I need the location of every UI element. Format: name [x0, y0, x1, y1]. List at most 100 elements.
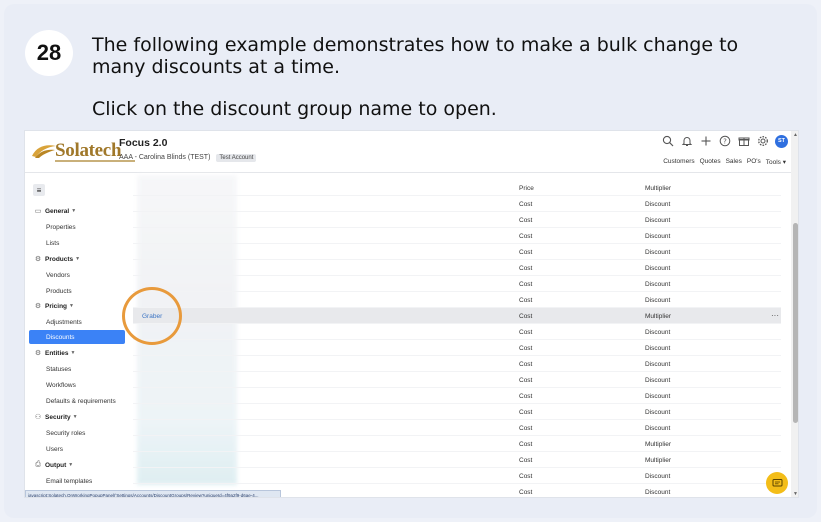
sidebar-item-vendors[interactable]: Vendors	[25, 268, 129, 282]
sidebar-group-products[interactable]: ⚙ Products ▼	[25, 252, 129, 266]
account-name: AAA - Carolina Blinds (TEST)	[119, 154, 211, 161]
search-icon[interactable]	[661, 134, 675, 148]
gear-icon: ⚙	[34, 350, 42, 357]
table-row[interactable]: Cost Discount	[133, 372, 781, 388]
scroll-up-icon[interactable]: ▲	[793, 132, 798, 138]
discount-mode-cell: Discount	[645, 201, 671, 208]
table-row[interactable]: Price Multiplier	[133, 180, 781, 196]
discount-type-cell: Price	[519, 185, 534, 192]
nav-quotes[interactable]: Quotes	[700, 158, 721, 166]
table-row[interactable]: Cost Discount	[133, 212, 781, 228]
table-row[interactable]: Cost Discount	[133, 196, 781, 212]
plus-icon[interactable]	[699, 134, 713, 148]
scrollbar[interactable]: ▲ ▼	[791, 131, 798, 497]
instruction-text: The following example demonstrates how t…	[92, 34, 739, 78]
discount-mode-cell: Discount	[645, 473, 671, 480]
hamburger-icon[interactable]: ≡	[33, 184, 45, 196]
table-row[interactable]: Cost Discount	[133, 404, 781, 420]
header-toolbar: ? ST	[661, 134, 788, 148]
scroll-thumb[interactable]	[793, 223, 798, 423]
discount-type-cell: Cost	[519, 217, 533, 224]
nav-customers[interactable]: Customers	[663, 158, 694, 166]
discount-mode-cell: Discount	[645, 377, 671, 384]
status-bar-url: javascript:Solatech.OnWorkingPopupPanel(…	[25, 490, 281, 497]
discount-type-cell: Cost	[519, 489, 533, 496]
discount-type-cell: Cost	[519, 409, 533, 416]
top-navigation: Customers Quotes Sales PO's Tools ▾	[663, 158, 786, 166]
sidebar-item-workflows[interactable]: Workflows	[25, 378, 129, 392]
chevron-down-icon: ▼	[68, 462, 74, 468]
table-row[interactable]: Cost Discount	[133, 468, 781, 484]
help-icon[interactable]: ?	[718, 134, 732, 148]
table-row[interactable]: Cost Discount	[133, 228, 781, 244]
account-selector[interactable]: AAA - Carolina Blinds (TEST) Test Accoun…	[119, 154, 257, 162]
table-row[interactable]: Cost Discount	[133, 420, 781, 436]
discount-mode-cell: Multiplier	[645, 457, 672, 464]
discount-type-cell: Cost	[519, 233, 533, 240]
user-avatar[interactable]: ST	[775, 134, 788, 148]
sidebar-group-entities[interactable]: ⚙ Entities ▼	[25, 346, 129, 360]
sidebar-item-statuses[interactable]: Statuses	[25, 362, 129, 376]
table-row[interactable]: Cost Discount	[133, 388, 781, 404]
sidebar-item-security-roles[interactable]: Security roles	[25, 426, 129, 440]
gift-icon[interactable]	[737, 134, 751, 148]
sidebar-item-discounts[interactable]: Discounts	[29, 330, 125, 344]
chevron-down-icon: ▼	[70, 350, 76, 356]
table-row[interactable]: Cost Discount	[133, 292, 781, 308]
nav-sales[interactable]: Sales	[726, 158, 742, 166]
discount-type-cell: Cost	[519, 345, 533, 352]
discount-mode-cell: Discount	[645, 217, 671, 224]
table-row[interactable]: Cost Discount	[133, 324, 781, 340]
discount-mode-cell: Multiplier	[645, 441, 672, 448]
sidebar-group-security[interactable]: ⚇ Security ▼	[25, 410, 129, 424]
sidebar-item-lists[interactable]: Lists	[25, 236, 129, 250]
sidebar-group-label: Products	[45, 255, 74, 263]
row-more-icon[interactable]: ···	[771, 311, 779, 320]
sidebar-group-pricing[interactable]: ⚙ Pricing ▼	[25, 299, 129, 313]
sidebar-item-defaults[interactable]: Defaults & requirements	[25, 394, 129, 408]
discount-type-cell: Cost	[519, 441, 533, 448]
discount-type-cell: Cost	[519, 457, 533, 464]
scroll-down-icon[interactable]: ▼	[793, 491, 798, 497]
nav-tools[interactable]: Tools ▾	[766, 158, 786, 166]
table-row[interactable]: Cost Discount	[133, 276, 781, 292]
discount-type-cell: Cost	[519, 313, 533, 320]
chat-icon[interactable]	[766, 472, 788, 494]
discount-mode-cell: Discount	[645, 393, 671, 400]
chevron-down-icon: ▼	[75, 256, 81, 262]
table-row[interactable]: Cost Multiplier	[133, 436, 781, 452]
test-account-badge: Test Account	[216, 154, 257, 162]
discount-type-cell: Cost	[519, 393, 533, 400]
logo-text: Solatech	[55, 140, 122, 161]
table-row[interactable]: Cost Discount	[133, 244, 781, 260]
sidebar-group-general[interactable]: ▭ General ▼	[25, 204, 129, 218]
table-row[interactable]: Cost Discount	[133, 260, 781, 276]
sidebar-item-adjustments[interactable]: Adjustments	[25, 315, 129, 329]
sidebar-item-email-templates[interactable]: Email templates	[25, 474, 129, 488]
discount-mode-cell: Discount	[645, 233, 671, 240]
discount-mode-cell: Discount	[645, 297, 671, 304]
printer-icon: ⎙	[35, 461, 41, 468]
table-row[interactable]: Cost Discount	[133, 356, 781, 372]
instruction-action-text: Click on the discount group name to open…	[92, 98, 497, 120]
discount-mode-cell: Discount	[645, 409, 671, 416]
chevron-down-icon: ▼	[71, 208, 77, 214]
step-number-badge: 28	[25, 30, 73, 76]
table-row[interactable]: Cost Discount	[133, 340, 781, 356]
table-row[interactable]: Cost Multiplier	[133, 452, 781, 468]
bell-icon[interactable]	[680, 134, 694, 148]
sidebar-group-label: Pricing	[45, 302, 68, 310]
monitor-icon: ▭	[34, 208, 42, 215]
table-row-graber[interactable]: Graber Cost Multiplier ···	[133, 308, 781, 324]
discount-type-cell: Cost	[519, 425, 533, 432]
sidebar-item-users[interactable]: Users	[25, 442, 129, 456]
sidebar-item-products[interactable]: Products	[25, 284, 129, 298]
sidebar-item-properties[interactable]: Properties	[25, 220, 129, 234]
gear-icon[interactable]	[756, 134, 770, 148]
sidebar-group-output[interactable]: ⎙ Output ▼	[25, 458, 129, 472]
nav-pos[interactable]: PO's	[747, 158, 761, 166]
gear-icon: ⚙	[34, 256, 42, 263]
discount-mode-cell: Discount	[645, 489, 671, 496]
discount-mode-cell: Discount	[645, 281, 671, 288]
settings-sidebar: ≡ ▭ General ▼ Properties Lists ⚙ Products ▼ …	[25, 173, 129, 497]
